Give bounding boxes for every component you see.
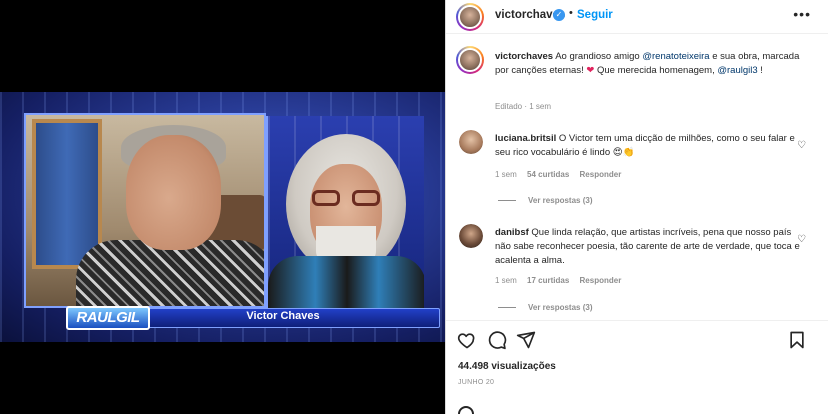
- bookmark-icon[interactable]: [787, 330, 807, 350]
- comment-body: Que linda relação, que artistas incrívei…: [495, 227, 800, 266]
- comment-text: luciana.britsil O Victor tem uma dicção …: [495, 132, 800, 160]
- commenter-username[interactable]: luciana.britsil: [495, 133, 556, 144]
- video-right-panel: [266, 116, 424, 312]
- comment-likes[interactable]: 54 curtidas: [527, 170, 569, 179]
- caption-edited-time: Editado · 1 sem: [495, 102, 552, 111]
- lower-third-banner: Victor Chaves RAULGIL: [66, 306, 440, 330]
- caption-text-part: Ao grandioso amigo: [555, 51, 643, 62]
- view-replies-button[interactable]: Ver respostas (3): [498, 303, 592, 312]
- caption-text-part: Que merecida homenagem,: [594, 65, 718, 76]
- avatar[interactable]: [456, 3, 484, 31]
- view-replies-label: Ver respostas (3): [528, 303, 593, 312]
- view-replies-label: Ver respostas (3): [528, 196, 593, 205]
- emoji-icon[interactable]: [458, 406, 474, 414]
- comment-time: 1 sem: [495, 170, 517, 179]
- commenter-username[interactable]: danibsf: [495, 227, 529, 238]
- mention-link[interactable]: @raulgil3: [717, 65, 757, 76]
- caption-text-part: !: [757, 65, 763, 76]
- heart-icon[interactable]: [457, 330, 477, 350]
- commenter-avatar[interactable]: [459, 130, 483, 154]
- comment-like-heart-icon[interactable]: ♡: [797, 234, 806, 245]
- view-count[interactable]: 44.498 visualizações: [458, 361, 556, 372]
- comment-time: 1 sem: [495, 276, 517, 285]
- reply-button[interactable]: Responder: [580, 170, 622, 179]
- post-date: JUNHO 20: [458, 379, 495, 386]
- share-icon[interactable]: [516, 330, 536, 350]
- comment-meta: 1 sem 17 curtidas Responder: [495, 276, 629, 285]
- caption-text: victorchaves Ao grandioso amigo @renatot…: [495, 50, 813, 78]
- post-panel: victorchaves ✓ • Seguir ••• victorchaves…: [445, 0, 828, 414]
- verified-badge-icon: ✓: [553, 9, 565, 21]
- mention-link[interactable]: @renatoteixeira: [642, 51, 709, 62]
- post-video[interactable]: Victor Chaves RAULGIL: [0, 0, 445, 414]
- view-replies-button[interactable]: Ver respostas (3): [498, 196, 592, 205]
- caption-avatar[interactable]: [456, 46, 484, 74]
- reply-button[interactable]: Responder: [580, 276, 622, 285]
- post-header: victorchaves ✓ • Seguir •••: [446, 0, 828, 34]
- comment-text: danibsf Que linda relação, que artistas …: [495, 226, 800, 268]
- comment-like-heart-icon[interactable]: ♡: [797, 140, 806, 151]
- video-left-panel: [24, 113, 266, 308]
- action-bar: [446, 320, 828, 360]
- comment-likes[interactable]: 17 curtidas: [527, 276, 569, 285]
- commenter-avatar[interactable]: [459, 224, 483, 248]
- more-options-icon[interactable]: •••: [793, 6, 811, 22]
- guest-name: Victor Chaves: [246, 310, 320, 322]
- comment-icon[interactable]: [487, 330, 507, 350]
- follow-button[interactable]: Seguir: [577, 9, 613, 21]
- comment-meta: 1 sem 54 curtidas Responder: [495, 170, 629, 179]
- show-logo: RAULGIL: [66, 306, 150, 330]
- separator-dot: •: [569, 7, 573, 19]
- caption-username[interactable]: victorchaves: [495, 51, 553, 62]
